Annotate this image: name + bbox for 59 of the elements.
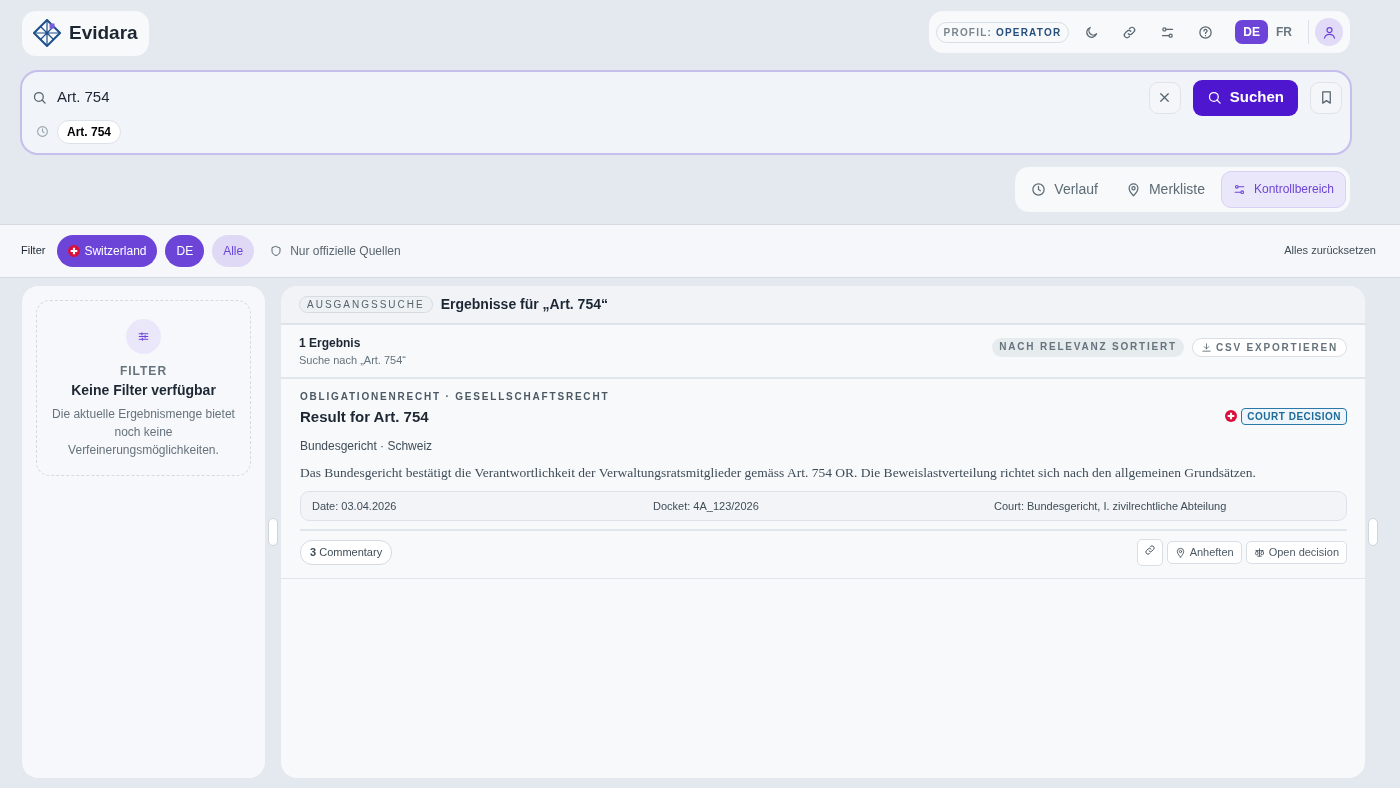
link-icon [1143, 544, 1156, 557]
type-badge: COURT DECISION [1241, 407, 1347, 425]
recent-search-chip[interactable]: Art. 754 [57, 119, 122, 144]
resize-handle[interactable] [1368, 517, 1378, 546]
filter-chip[interactable]: Alle [212, 234, 255, 267]
commentary-chip[interactable]: 3 Commentary [300, 540, 393, 565]
search-button[interactable]: Suchen [1192, 79, 1298, 116]
empty-state-text: Die aktuelle Ergebnismenge bietet noch keine Verfeinerungsmöglichkeiten. [51, 405, 236, 459]
search-subtitle: Suche nach „Art. 754“ [299, 352, 406, 368]
category-label: OBLIGATIONENRECHT · GESELLSCHAFTSRECHT [300, 390, 610, 404]
search-icon [1206, 90, 1222, 105]
language-button[interactable]: DE [1235, 20, 1268, 44]
metadata-field: Date: 03.04.2026 [312, 497, 653, 515]
sort-label: NACH RELEVANZ SORTIERT [992, 337, 1184, 357]
link-icon [1121, 24, 1137, 40]
filter-label: Filter [21, 243, 46, 259]
view-tab[interactable]: Kontrollbereich [1220, 170, 1346, 208]
view-tab[interactable]: Verlauf [1019, 170, 1110, 208]
action-button[interactable]: Anheften [1166, 541, 1242, 564]
copy-link-button[interactable] [1136, 539, 1163, 566]
sliders-icon [137, 329, 150, 343]
filter-chip[interactable]: Switzerland [57, 234, 158, 267]
metadata-field: Docket: 4A_123/2026 [653, 497, 994, 515]
search-tag: AUSGANGSSUCHE [299, 295, 433, 313]
clock-icon [1031, 181, 1047, 197]
clock-icon [36, 125, 49, 138]
filter-chip[interactable]: DE [165, 234, 205, 267]
official-sources-toggle[interactable]: Nur offizielle Quellen [270, 235, 401, 266]
search-icon [32, 90, 47, 105]
swiss-flag-icon [1225, 410, 1238, 422]
swiss-flag-icon [68, 244, 81, 257]
download-icon [1200, 341, 1212, 353]
result-count: 1 Ergebnis [299, 334, 362, 352]
export-button[interactable]: CSV EXPORTIEREN [1191, 337, 1347, 357]
empty-state-title: Keine Filter verfügbar [70, 380, 217, 400]
bookmark-button[interactable] [1310, 81, 1342, 114]
help-icon [1197, 24, 1213, 40]
search-field[interactable]: Art. 754 [55, 85, 1141, 110]
scales-icon [1253, 547, 1265, 558]
metadata-field: Court: Bundesgericht, I. zivilrechtliche Abteilung [994, 497, 1335, 515]
result-summary: Das Bundesgericht bestätigt die Verantwortlichkeit der Verwaltungsratsmitglieder gemäss Art. 754 OR. Die Beweislastverteilung richtet sich nach den allgemeinen Grundsätzen. [300, 463, 1257, 482]
resize-handle[interactable] [268, 517, 278, 546]
reset-link[interactable]: Alles zurücksetzen [1284, 235, 1376, 266]
brand-name: Evidara [69, 21, 138, 45]
language-button[interactable]: FR [1268, 20, 1300, 44]
user-icon [1321, 24, 1337, 40]
result-title[interactable]: Result for Art. 754 [300, 406, 610, 429]
sliders-icon [1232, 182, 1246, 196]
results-title: Ergebnisse für „Art. 754“ [440, 294, 608, 314]
logo-icon [33, 19, 61, 48]
view-tab[interactable]: Merkliste [1113, 170, 1217, 208]
avatar-button[interactable] [1315, 18, 1343, 46]
shield-icon [270, 244, 283, 257]
source-line: Bundesgericht · Schweiz [300, 437, 434, 455]
sliders-icon [1159, 24, 1175, 40]
location-pin-icon [1174, 547, 1186, 558]
moon-icon [1083, 24, 1099, 40]
sidebar-heading: FILTER [118, 362, 169, 380]
action-button[interactable]: Open decision [1245, 541, 1347, 564]
